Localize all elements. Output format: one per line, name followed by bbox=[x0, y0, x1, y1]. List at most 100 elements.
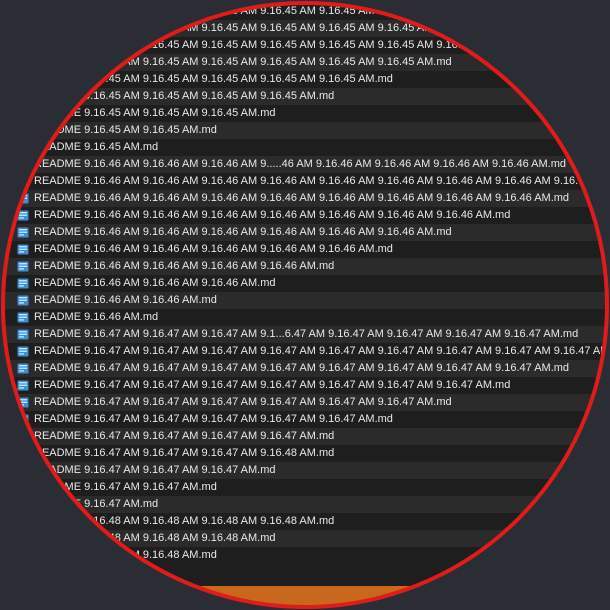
file-row[interactable]: README 9.16.46 AM 9.16.46 AM 9.16.46 AM … bbox=[3, 224, 607, 241]
document-icon bbox=[17, 244, 29, 255]
document-icon bbox=[17, 516, 29, 527]
file-row[interactable]: README 9.16.48 AM 9.16.48 AM.md bbox=[3, 547, 607, 564]
file-row[interactable]: README 9.16.47 AM 9.16.47 AM 9.16.47 AM.… bbox=[3, 462, 607, 479]
file-row[interactable]: README 9.16.46 AM 9.16.46 AM 9.16.46 AM … bbox=[3, 258, 607, 275]
file-row[interactable]: README 9.16.46 AM 9.16.46 AM 9.16.46 AM … bbox=[3, 173, 607, 190]
file-name: README 9.16.47 AM 9.16.47 AM.md bbox=[34, 481, 217, 493]
file-row[interactable]: README 9.16.47 AM 9.16.47 AM 9.16.47 AM … bbox=[3, 377, 607, 394]
document-icon bbox=[17, 397, 29, 408]
file-row[interactable]: README 9.16.45 AM.md bbox=[3, 139, 607, 156]
document-icon bbox=[17, 227, 29, 238]
file-row[interactable]: README 9.16.47 AM 9.16.47 AM.md bbox=[3, 479, 607, 496]
file-name: README 9.16.46 AM 9.16.46 AM 9.16.46 AM … bbox=[34, 260, 335, 272]
document-icon bbox=[17, 142, 29, 153]
file-name: README 9.16.46 AM 9.16.46 AM 9.16.46 AM.… bbox=[34, 277, 276, 289]
file-row[interactable]: README 9.16.46 AM 9.16.46 AM 9.16.46 AM … bbox=[3, 207, 607, 224]
file-row[interactable]: README 9.16.47 AM 9.16.47 AM 9.16.47 AM … bbox=[3, 445, 607, 462]
file-name: README 9.16.46 AM 9.16.46 AM 9.16.46 AM … bbox=[34, 226, 452, 238]
file-name: README 9.16.47 AM 9.16.47 AM 9.16.47 AM … bbox=[34, 447, 335, 459]
file-name: README 9.16.46 AM.md bbox=[34, 311, 159, 323]
document-icon bbox=[17, 23, 29, 34]
file-row[interactable]: README 9.16.47 AM.md bbox=[3, 496, 607, 513]
bottom-bar bbox=[3, 586, 607, 607]
document-icon bbox=[17, 346, 29, 357]
file-name: README 9.16.45 AM 9.16.45 AM 9.16.45 AM … bbox=[34, 22, 570, 34]
file-row[interactable]: README 9.16.47 AM 9.16.47 AM 9.16.47 AM … bbox=[3, 326, 607, 343]
file-name: README 9.16.45 AM 9.16.45 AM 9.16.45 AM … bbox=[34, 39, 570, 51]
file-row[interactable]: README 9.16.47 AM 9.16.47 AM 9.16.47 AM … bbox=[3, 428, 607, 445]
file-name: README 9.16.45 AM.md bbox=[34, 141, 159, 153]
document-icon bbox=[17, 57, 29, 68]
file-name: README 9.16.47 AM 9.16.47 AM 9.16.47 AM.… bbox=[34, 464, 276, 476]
document-icon bbox=[17, 312, 29, 323]
file-row[interactable]: README 9.16.46 AM.md bbox=[3, 309, 607, 326]
file-name: README 9.16.46 AM 9.16.46 AM 9.16.46 AM … bbox=[34, 243, 393, 255]
file-row[interactable]: README 9.16.46 AM 9.16.46 AM 9.16.46 AM … bbox=[3, 156, 607, 173]
document-icon bbox=[17, 91, 29, 102]
file-list: README 9.16.45 AM 9.16.45 AM 9.16.45 AM … bbox=[3, 3, 607, 564]
file-row[interactable]: README 9.16.45 AM 9.16.45 AM 9.16.45 AM … bbox=[3, 54, 607, 71]
document-icon bbox=[17, 210, 29, 221]
document-icon bbox=[17, 295, 29, 306]
file-row[interactable]: README 9.16.45 AM 9.16.45 AM 9.16.45 AM … bbox=[3, 37, 607, 54]
file-name: README 9.16.47 AM 9.16.47 AM 9.16.47 AM … bbox=[34, 379, 511, 391]
file-row[interactable]: README 9.16.45 AM 9.16.45 AM 9.16.45 AM … bbox=[3, 3, 607, 20]
file-name: README 9.16.46 AM 9.16.46 AM 9.16.46 AM … bbox=[34, 209, 511, 221]
document-icon bbox=[17, 278, 29, 289]
file-row[interactable]: README 9.16.45 AM 9.16.45 AM.md bbox=[3, 122, 607, 139]
file-row[interactable]: README 9.16.46 AM 9.16.46 AM 9.16.46 AM.… bbox=[3, 275, 607, 292]
file-row[interactable]: README 9.16.47 AM 9.16.47 AM 9.16.47 AM … bbox=[3, 360, 607, 377]
file-row[interactable]: README 9.16.46 AM 9.16.46 AM 9.16.46 AM … bbox=[3, 190, 607, 207]
screenshot-stage: README 9.16.45 AM 9.16.45 AM 9.16.45 AM … bbox=[0, 0, 610, 610]
file-name: README 9.16.47 AM 9.16.47 AM 9.16.47 AM … bbox=[34, 328, 579, 340]
document-icon bbox=[17, 6, 29, 17]
document-icon bbox=[17, 193, 29, 204]
document-icon bbox=[17, 176, 29, 187]
file-row[interactable]: README 9.16.45 AM 9.16.45 AM 9.16.45 AM.… bbox=[3, 105, 607, 122]
file-name: README 9.16.45 AM 9.16.45 AM 9.16.45 AM … bbox=[34, 90, 335, 102]
file-name: README 9.16.48 AM 9.16.48 AM.md bbox=[34, 549, 217, 561]
file-name: README 9.16.47 AM 9.16.47 AM 9.16.47 AM … bbox=[34, 413, 393, 425]
file-name: README 9.16.48 AM 9.16.48 AM 9.16.48 AM.… bbox=[34, 532, 276, 544]
file-name: README 9.16.48 AM 9.16.48 AM 9.16.48 AM … bbox=[34, 515, 335, 527]
document-icon bbox=[17, 261, 29, 272]
file-row[interactable]: README 9.16.46 AM 9.16.46 AM.md bbox=[3, 292, 607, 309]
document-icon bbox=[17, 414, 29, 425]
file-name: README 9.16.47 AM 9.16.47 AM 9.16.47 AM … bbox=[34, 345, 607, 357]
file-name: README 9.16.45 AM 9.16.45 AM 9.16.45 AM … bbox=[34, 5, 570, 17]
document-icon bbox=[17, 482, 29, 493]
document-icon bbox=[17, 108, 29, 119]
document-icon bbox=[17, 550, 29, 561]
file-row[interactable]: README 9.16.46 AM 9.16.46 AM 9.16.46 AM … bbox=[3, 241, 607, 258]
document-icon bbox=[17, 431, 29, 442]
file-name: README 9.16.45 AM 9.16.45 AM 9.16.45 AM.… bbox=[34, 107, 276, 119]
file-name: README 9.16.45 AM 9.16.45 AM.md bbox=[34, 124, 217, 136]
file-name: README 9.16.47 AM.md bbox=[34, 498, 159, 510]
file-row[interactable]: README 9.16.45 AM 9.16.45 AM 9.16.45 AM … bbox=[3, 71, 607, 88]
file-row[interactable]: README 9.16.45 AM 9.16.45 AM 9.16.45 AM … bbox=[3, 88, 607, 105]
document-icon bbox=[17, 125, 29, 136]
magnified-region: README 9.16.45 AM 9.16.45 AM 9.16.45 AM … bbox=[3, 3, 607, 607]
file-row[interactable]: README 9.16.45 AM 9.16.45 AM 9.16.45 AM … bbox=[3, 20, 607, 37]
file-row[interactable]: README 9.16.48 AM 9.16.48 AM 9.16.48 AM.… bbox=[3, 530, 607, 547]
document-icon bbox=[17, 448, 29, 459]
document-icon bbox=[17, 363, 29, 374]
file-row[interactable]: README 9.16.47 AM 9.16.47 AM 9.16.47 AM … bbox=[3, 343, 607, 360]
file-name: README 9.16.46 AM 9.16.46 AM 9.16.46 AM … bbox=[34, 158, 566, 170]
file-row[interactable]: README 9.16.48 AM 9.16.48 AM 9.16.48 AM … bbox=[3, 513, 607, 530]
file-name: README 9.16.46 AM 9.16.46 AM 9.16.46 AM … bbox=[34, 175, 607, 187]
file-name: README 9.16.46 AM 9.16.46 AM.md bbox=[34, 294, 217, 306]
file-name: README 9.16.47 AM 9.16.47 AM 9.16.47 AM … bbox=[34, 396, 452, 408]
document-icon bbox=[17, 159, 29, 170]
document-icon bbox=[17, 329, 29, 340]
document-icon bbox=[17, 380, 29, 391]
file-name: README 9.16.45 AM 9.16.45 AM 9.16.45 AM … bbox=[34, 56, 452, 68]
document-icon bbox=[17, 465, 29, 476]
document-icon bbox=[17, 499, 29, 510]
file-row[interactable]: README 9.16.47 AM 9.16.47 AM 9.16.47 AM … bbox=[3, 411, 607, 428]
file-name: README 9.16.47 AM 9.16.47 AM 9.16.47 AM … bbox=[34, 430, 335, 442]
document-icon bbox=[17, 533, 29, 544]
file-name: README 9.16.46 AM 9.16.46 AM 9.16.46 AM … bbox=[34, 192, 570, 204]
file-row[interactable]: README 9.16.47 AM 9.16.47 AM 9.16.47 AM … bbox=[3, 394, 607, 411]
file-name: README 9.16.47 AM 9.16.47 AM 9.16.47 AM … bbox=[34, 362, 570, 374]
